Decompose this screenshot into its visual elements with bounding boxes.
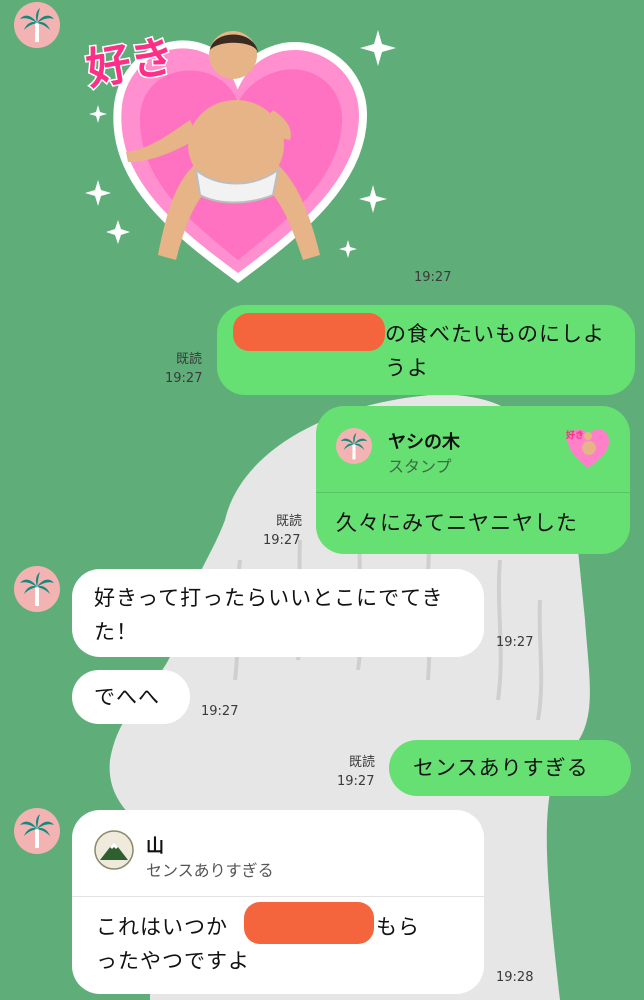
reply-avatar	[336, 428, 372, 464]
message-time: 19:28	[496, 970, 534, 985]
palm-tree-icon	[20, 8, 54, 42]
message-text-part: これはいつか	[96, 915, 228, 939]
redaction-mark	[244, 902, 374, 944]
read-receipt: 既読	[276, 514, 303, 529]
reply-sender-name: 山	[146, 836, 164, 857]
avatar[interactable]	[14, 2, 60, 48]
reply-divider	[316, 492, 630, 493]
redaction-mark	[233, 313, 385, 351]
avatar[interactable]	[14, 566, 60, 612]
message-time: 19:27	[337, 774, 375, 789]
outgoing-message-bubble[interactable]: センスありすぎる	[389, 740, 631, 796]
mountain-icon	[94, 830, 134, 870]
incoming-message-bubble[interactable]: でへへ	[72, 670, 190, 724]
reply-avatar	[94, 830, 134, 870]
message-time: 19:27	[263, 533, 301, 548]
message-text-part: ったやつですよ	[96, 949, 250, 973]
avatar[interactable]	[14, 808, 60, 854]
palm-tree-icon	[340, 432, 368, 460]
svg-text:好き: 好き	[565, 429, 584, 441]
incoming-message-bubble[interactable]: 好きって打ったらいいとこにでてきた！	[72, 569, 484, 657]
message-text: 好きって打ったらいいとこにでてきた！	[94, 586, 444, 644]
reply-snippet: センスありすぎる	[146, 861, 274, 880]
reply-sender-name: ヤシの木	[388, 432, 460, 453]
message-text: でへへ	[94, 685, 160, 709]
message-text: 久々にみてニヤニヤした	[336, 511, 578, 535]
palm-tree-icon	[20, 572, 54, 606]
reply-snippet: スタンプ	[388, 457, 452, 476]
message-text: センスありすぎる	[413, 756, 589, 780]
heart-sumo-sticker[interactable]: 好き	[78, 10, 398, 290]
message-time: 19:27	[496, 635, 534, 650]
read-receipt: 既読	[349, 755, 376, 770]
outgoing-reply-bubble[interactable]: ヤシの木 スタンプ 好き 久々にみてニヤニヤした	[316, 406, 630, 554]
palm-tree-icon	[20, 814, 54, 848]
sticker-thumbnail: 好き	[565, 428, 609, 468]
message-time: 19:27	[165, 371, 203, 386]
sticker-time: 19:27	[414, 270, 452, 285]
read-receipt: 既読	[176, 352, 203, 367]
message-time: 19:27	[201, 704, 239, 719]
reply-divider	[72, 896, 484, 897]
